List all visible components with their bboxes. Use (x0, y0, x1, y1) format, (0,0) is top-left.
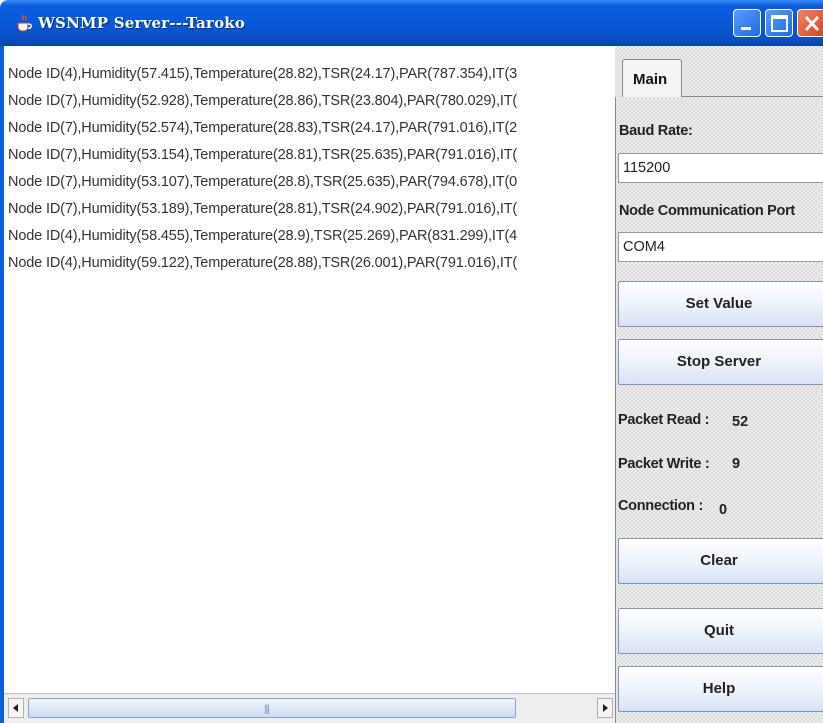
title-bar[interactable]: WSNMP Server---Taroko (0, 0, 823, 46)
maximize-button[interactable] (765, 9, 793, 37)
baud-rate-value: 115200 (623, 160, 671, 176)
baud-rate-field[interactable]: 115200 (618, 153, 823, 183)
log-line: Node ID(7),Humidity(53.154),Temperature(… (8, 147, 518, 163)
packet-write-value: 9 (732, 456, 741, 472)
stop-server-button[interactable]: Stop Server (618, 339, 823, 385)
tab-divider (682, 96, 823, 97)
grip-icon: ||| (264, 704, 270, 715)
maximize-icon (771, 15, 788, 32)
scroll-right-button[interactable] (597, 698, 613, 718)
log-line: Node ID(7),Humidity(52.928),Temperature(… (8, 93, 518, 109)
java-cup-icon (14, 13, 34, 33)
quit-label: Quit (704, 622, 734, 639)
close-button[interactable] (797, 9, 823, 37)
scrollbar-thumb[interactable]: ||| (28, 698, 516, 718)
log-text-area[interactable]: Node ID(4),Humidity(57.415),Temperature(… (4, 62, 616, 693)
connection-label: Connection : (618, 498, 704, 514)
stop-server-label: Stop Server (676, 353, 762, 370)
arrow-left-icon (13, 704, 18, 712)
port-field[interactable]: COM4 (618, 232, 823, 262)
window-title: WSNMP Server---Taroko (38, 14, 246, 32)
arrow-right-icon (603, 704, 608, 712)
minimize-icon (741, 27, 751, 30)
log-line: Node ID(4),Humidity(58.455),Temperature(… (8, 228, 518, 244)
log-line: Node ID(7),Humidity(53.189),Temperature(… (8, 201, 518, 217)
tab-main[interactable]: Main (622, 59, 682, 97)
scroll-left-button[interactable] (8, 698, 24, 718)
clear-label: Clear (700, 552, 738, 569)
baud-rate-label: Baud Rate: (619, 123, 693, 139)
control-panel: Main Baud Rate: 115200 Node Communicatio… (615, 46, 823, 723)
log-line: Node ID(7),Humidity(53.107),Temperature(… (8, 174, 518, 190)
connection-value: 0 (719, 502, 728, 518)
close-icon (804, 15, 820, 32)
clear-button[interactable]: Clear (618, 538, 823, 584)
port-label: Node Communication Port (619, 203, 795, 219)
packet-read-label: Packet Read : (618, 412, 710, 428)
minimize-button[interactable] (733, 9, 761, 37)
port-value: COM4 (623, 239, 665, 255)
log-line: Node ID(4),Humidity(59.122),Temperature(… (8, 255, 518, 271)
log-line: Node ID(4),Humidity(57.415),Temperature(… (8, 66, 518, 82)
help-label: Help (702, 680, 736, 697)
set-value-button[interactable]: Set Value (618, 281, 823, 327)
set-value-label: Set Value (685, 295, 753, 312)
packet-write-label: Packet Write : (618, 456, 710, 472)
log-line: Node ID(7),Humidity(52.574),Temperature(… (8, 120, 518, 136)
packet-read-value: 52 (732, 414, 749, 430)
tab-main-label: Main (633, 71, 668, 88)
quit-button[interactable]: Quit (618, 608, 823, 654)
help-button[interactable]: Help (618, 666, 823, 712)
horizontal-scrollbar[interactable]: ||| (4, 693, 615, 723)
